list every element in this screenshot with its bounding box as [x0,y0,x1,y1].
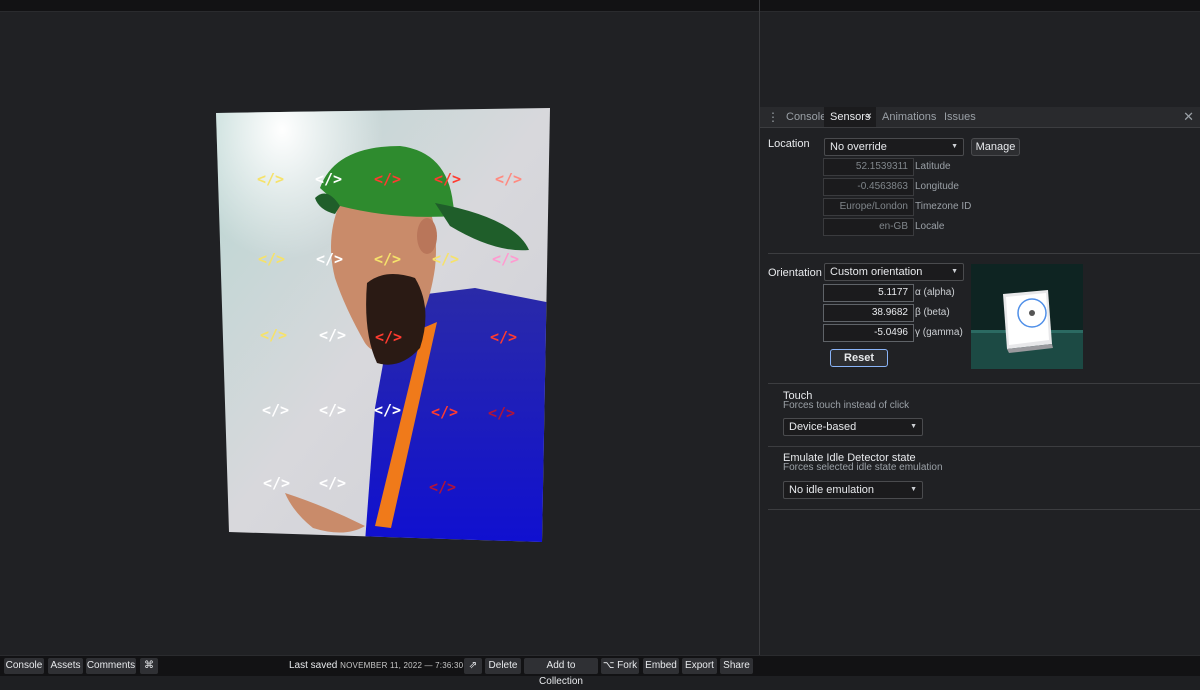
export-button[interactable]: Export [682,658,717,674]
tab-issues[interactable]: Issues [944,107,976,127]
section-divider [768,383,1200,384]
touch-description: Forces touch instead of click [783,400,910,411]
add-to-collection-button[interactable]: Add to Collection [524,658,598,687]
section-divider [768,509,1200,510]
code-pattern-glyph: </> [258,250,286,268]
tab-animations[interactable]: Animations [882,107,936,127]
location-select[interactable]: No override ▼ [824,138,964,156]
code-pattern-glyph: </> [431,403,459,421]
dropdown-arrow-icon: ▼ [951,143,958,150]
idle-select[interactable]: No idle emulation ▼ [783,481,923,499]
bottom-toolbar: Console Assets Comments ⌘ Last saved NOV… [0,655,1200,687]
alpha-label: α (alpha) [915,287,955,298]
code-pattern-glyph: </> [319,474,347,492]
code-pattern-glyph: </> [488,404,516,422]
code-pattern-glyph: </> [260,326,288,344]
code-pattern-glyph: </> [432,250,460,268]
code-pattern-glyph: </> [434,170,462,188]
alpha-input[interactable]: 5.1177 [823,284,914,302]
close-drawer-icon[interactable]: ✕ [1183,107,1194,127]
beta-input[interactable]: 38.9682 [823,304,914,322]
code-pattern-glyph: </> [492,250,520,268]
code-pattern-glyph: </> [490,328,518,346]
code-pattern-glyph: </> [319,326,347,344]
code-pattern-glyph: </> [495,170,523,188]
code-pattern-glyph: </> [257,170,285,188]
timezone-input[interactable]: Europe/London [823,198,914,216]
open-external-icon[interactable]: ⇗ [464,658,482,674]
reset-orientation-button[interactable]: Reset [830,349,888,367]
section-divider [768,253,1200,254]
assets-button[interactable]: Assets [48,658,83,674]
manage-button[interactable]: Manage [971,138,1020,156]
more-tabs-menu-icon[interactable]: ⋮ [767,110,779,124]
fork-button[interactable]: ⌥ Fork [601,658,639,674]
comments-button[interactable]: Comments [86,658,136,674]
share-button[interactable]: Share [720,658,753,674]
last-saved-text: Last saved NOVEMBER 11, 2022 — 7:36:30 P… [289,658,478,674]
code-pattern-glyph: </> [375,328,403,346]
dropdown-arrow-icon: ▼ [910,423,917,430]
dropdown-arrow-icon: ▼ [910,486,917,493]
code-pattern-glyph: </> [374,250,402,268]
longitude-input[interactable]: -0.4563863 [823,178,914,196]
code-pattern-glyph: </> [262,401,290,419]
location-select-value: No override [830,141,887,153]
devtools-tabbar: ⋮ Console Sensors × Animations Issues ✕ [760,107,1200,128]
last-saved-date: NOVEMBER 11, 2022 — 7:36:30 PM [340,661,479,670]
last-saved-label: Last saved [289,660,338,671]
embed-button[interactable]: Embed [643,658,679,674]
top-bar [0,0,1200,12]
locale-label: Locale [915,221,945,232]
tilted-photo: </> </> </> </> </> </> </> </> </> </> … [215,108,551,542]
touch-select[interactable]: Device-based ▼ [783,418,923,436]
code-pattern-glyph: </> [374,170,402,188]
devtools-empty-area [760,12,1200,107]
idle-select-value: No idle emulation [789,484,874,496]
code-pattern-glyph: </> [263,474,291,492]
orientation-label: Orientation [768,267,822,279]
beta-label: β (beta) [915,307,950,318]
code-pattern-glyph: </> [429,478,457,496]
code-pattern-glyph: </> [374,401,402,419]
orientation-select[interactable]: Custom orientation ▼ [824,263,964,281]
latitude-input[interactable]: 52.1539311 [823,158,914,176]
close-tab-icon[interactable]: × [866,107,872,127]
locale-input[interactable]: en-GB [823,218,914,236]
idle-description: Forces selected idle state emulation [783,462,943,473]
gamma-input[interactable]: -5.0496 [823,324,914,342]
delete-button[interactable]: Delete [485,658,521,674]
keyboard-shortcuts-icon[interactable]: ⌘ [140,658,158,674]
longitude-label: Longitude [915,181,959,192]
orientation-select-value: Custom orientation [830,266,923,278]
code-pattern-glyph: </> [319,401,347,419]
gamma-label: γ (gamma) [915,327,963,338]
devtools-panel: ⋮ Console Sensors × Animations Issues ✕ … [760,107,1200,655]
code-pattern-glyph: </> [316,250,344,268]
tab-console[interactable]: Console [786,107,826,127]
timezone-label: Timezone ID [915,201,972,212]
device-orientation-graphic [971,290,1083,369]
latitude-label: Latitude [915,161,951,172]
dropdown-arrow-icon: ▼ [951,268,958,275]
orientation-3d-preview[interactable] [971,264,1083,369]
code-pattern-glyph: </> [315,170,343,188]
console-button[interactable]: Console [4,658,44,674]
location-label: Location [768,138,810,150]
section-divider [768,446,1200,447]
touch-select-value: Device-based [789,421,857,433]
